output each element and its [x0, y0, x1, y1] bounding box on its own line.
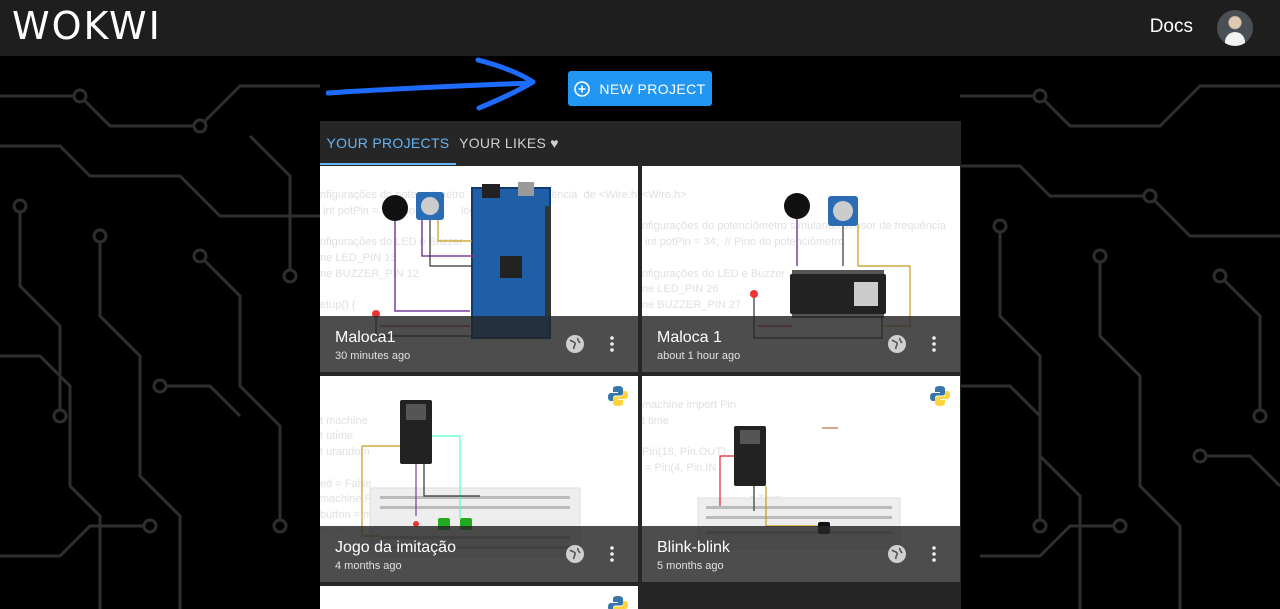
more-vert-icon[interactable]	[602, 334, 622, 354]
project-timestamp: 30 minutes ago	[335, 350, 411, 362]
card-footer: Maloca1 30 minutes ago	[320, 316, 638, 372]
logo-text: WOKWI	[12, 4, 162, 48]
projects-panel: YOUR PROJECTS YOUR LIKES ♥ nfigurações d…	[320, 121, 961, 609]
project-timestamp: 4 months ago	[335, 560, 402, 572]
project-card[interactable]	[320, 586, 638, 609]
python-icon	[608, 596, 628, 609]
wokwi-logo[interactable]: WOKWI	[12, 4, 162, 48]
docs-link[interactable]: Docs	[1150, 16, 1193, 38]
more-vert-icon[interactable]	[924, 544, 944, 564]
new-project-label: NEW PROJECT	[599, 80, 706, 97]
user-avatar[interactable]	[1217, 10, 1253, 46]
globe-icon[interactable]	[565, 544, 585, 564]
card-footer: Maloca 1 about 1 hour ago	[642, 316, 960, 372]
project-card[interactable]: t machine t utime t urandom ed = False m…	[320, 376, 638, 582]
project-title: Maloca1	[335, 329, 396, 346]
globe-icon[interactable]	[565, 334, 585, 354]
project-timestamp: about 1 hour ago	[657, 350, 741, 362]
tab-your-likes-label: YOUR LIKES ♥	[459, 135, 559, 151]
project-title: Maloca 1	[657, 329, 722, 346]
project-tabs: YOUR PROJECTS YOUR LIKES ♥	[320, 121, 961, 165]
card-footer: Jogo da imitação 4 months ago	[320, 526, 638, 582]
avatar-figure	[1225, 32, 1245, 46]
top-navigation-bar: WOKWI Docs	[0, 0, 1280, 56]
project-title: Jogo da imitação	[335, 539, 456, 556]
plus-circle-icon	[574, 80, 591, 97]
more-vert-icon[interactable]	[602, 544, 622, 564]
globe-icon[interactable]	[887, 544, 907, 564]
project-title: Blink-blink	[657, 539, 730, 556]
card-footer: Blink-blink 5 months ago	[642, 526, 960, 582]
project-timestamp: 5 months ago	[657, 560, 724, 572]
python-icon	[930, 386, 950, 406]
more-vert-icon[interactable]	[924, 334, 944, 354]
project-card[interactable]: nfigurações do potenciômetro sor de freq…	[320, 166, 638, 372]
active-tab-indicator	[320, 163, 456, 165]
globe-icon[interactable]	[887, 334, 907, 354]
new-project-button[interactable]: NEW PROJECT	[568, 71, 712, 106]
hand-drawn-arrow	[326, 57, 536, 111]
tab-your-projects-label: YOUR PROJECTS	[326, 135, 450, 151]
python-icon	[608, 386, 628, 406]
tab-your-projects[interactable]: YOUR PROJECTS	[320, 121, 456, 165]
tab-your-likes[interactable]: YOUR LIKES ♥	[458, 121, 560, 165]
project-card[interactable]: <Wire.h> nfigurações do potenciômetro si…	[642, 166, 960, 372]
project-card[interactable]: machine import Pin t time Pin(18, Pin.OU…	[642, 376, 960, 582]
